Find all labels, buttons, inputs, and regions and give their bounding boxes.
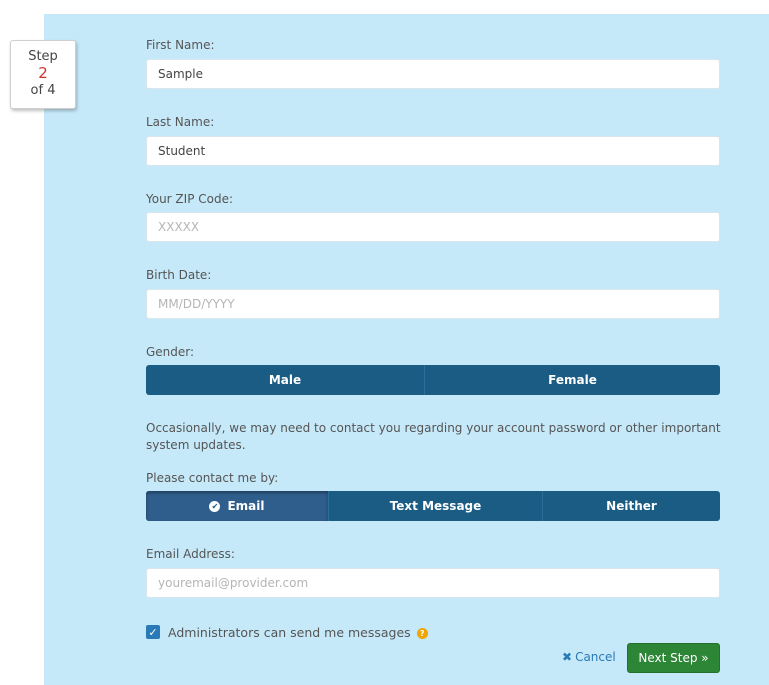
step-total: of 4: [30, 83, 56, 98]
contact-email-button[interactable]: ✔ Email: [146, 491, 329, 521]
first-name-label: First Name:: [146, 38, 215, 52]
step-word: Step: [28, 49, 58, 64]
admin-messages-checkbox[interactable]: ✓: [146, 625, 160, 639]
gender-label: Gender:: [146, 345, 195, 359]
birth-date-input[interactable]: [146, 289, 720, 319]
close-icon: ✖: [562, 650, 573, 664]
contact-method-toggle: ✔ Email Text Message Neither: [146, 491, 720, 521]
last-name-input[interactable]: [146, 136, 720, 166]
admin-messages-label: Administrators can send me messages: [168, 625, 411, 640]
gender-toggle: Male Female: [146, 365, 720, 395]
cancel-label: Cancel: [575, 650, 616, 664]
first-name-input[interactable]: [146, 59, 720, 89]
birth-date-label: Birth Date:: [146, 268, 212, 282]
admin-messages-label-wrap: Administrators can send me messages ?: [168, 625, 428, 640]
step-indicator: Step 2 of 4: [10, 40, 76, 109]
check-circle-icon: ✔: [209, 500, 221, 512]
contact-info-text: Occasionally, we may need to contact you…: [146, 421, 721, 452]
gender-male-button[interactable]: Male: [146, 365, 425, 395]
help-icon[interactable]: ?: [416, 628, 428, 639]
email-input[interactable]: [146, 568, 720, 598]
zip-input[interactable]: [146, 212, 720, 242]
next-step-button[interactable]: Next Step »: [627, 643, 720, 673]
last-name-label: Last Name:: [146, 115, 215, 129]
contact-email-label: Email: [227, 499, 265, 513]
contact-method-label: Please contact me by:: [146, 471, 279, 485]
contact-neither-button[interactable]: Neither: [543, 491, 720, 521]
zip-label: Your ZIP Code:: [146, 192, 234, 206]
cancel-link[interactable]: ✖ Cancel: [562, 650, 616, 664]
contact-text-button[interactable]: Text Message: [329, 491, 543, 521]
step-current: 2: [38, 64, 48, 82]
gender-female-button[interactable]: Female: [425, 365, 720, 395]
email-label: Email Address:: [146, 547, 235, 561]
